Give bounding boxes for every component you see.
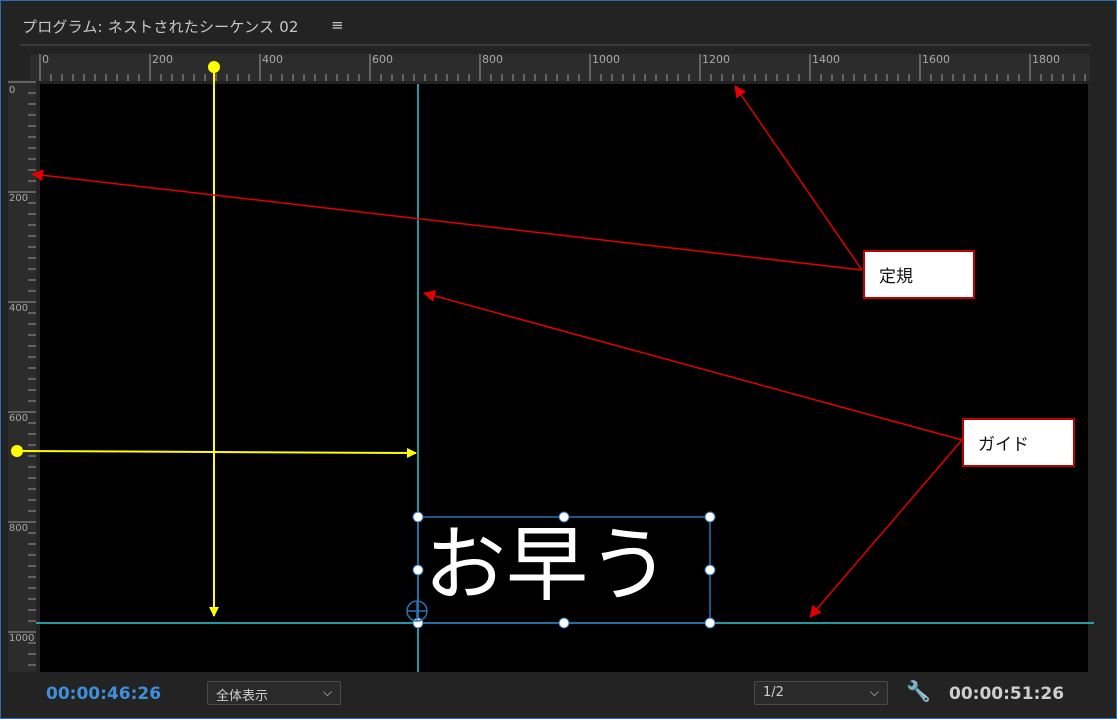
handle-bottom-middle	[558, 617, 570, 629]
handle-top-left	[412, 511, 424, 523]
zoom-level-value: 全体表示	[216, 689, 269, 704]
guide-callout: ガイド	[962, 418, 1075, 467]
title-text[interactable]: お早う	[424, 516, 670, 616]
handle-middle-left	[412, 564, 424, 576]
chevron-down-icon: ⌵	[869, 685, 879, 699]
current-timecode[interactable]: 00:00:46:26	[46, 684, 161, 704]
wrench-icon[interactable]: 🔧	[906, 679, 931, 703]
ruler-callout: 定規	[863, 250, 975, 299]
duration-timecode: 00:00:51:26	[949, 684, 1065, 704]
drag-guide-arrows	[11, 61, 417, 617]
chevron-down-icon: ⌵	[322, 685, 332, 699]
handle-top-right	[704, 511, 716, 523]
resolution-select[interactable]: 1/2 ⌵	[754, 681, 888, 705]
zoom-level-select[interactable]: 全体表示 ⌵	[207, 681, 341, 705]
resolution-value: 1/2	[763, 685, 784, 700]
handle-bottom-right	[704, 617, 716, 629]
handle-middle-right	[704, 564, 716, 576]
